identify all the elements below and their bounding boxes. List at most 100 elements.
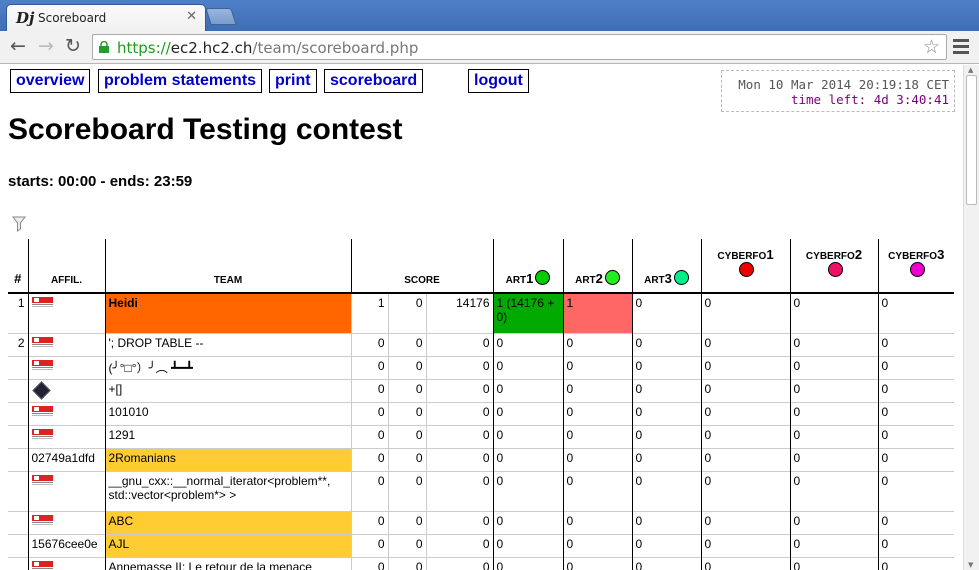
problem-result-cell[interactable]: 0 bbox=[701, 470, 791, 511]
problem-result-cell[interactable]: 0 bbox=[632, 424, 702, 448]
problem-result-cell[interactable]: 0 bbox=[790, 332, 879, 356]
problem-result-cell[interactable]: 0 bbox=[632, 332, 702, 356]
team-row[interactable]: +[] 0 0 0 0 0 0 0 0 0 bbox=[8, 378, 954, 402]
problem-result-cell[interactable]: 0 bbox=[790, 293, 879, 333]
problem-result-cell[interactable]: 0 bbox=[563, 401, 633, 425]
problem-result-cell[interactable]: 0 bbox=[878, 401, 954, 425]
team-name-cell[interactable]: Heidi bbox=[105, 293, 352, 333]
problem-result-cell[interactable]: 0 bbox=[632, 510, 702, 534]
problem-result-cell[interactable]: 0 bbox=[563, 378, 633, 402]
team-name-cell[interactable]: ABC bbox=[105, 510, 352, 534]
problem-result-cell[interactable]: 0 bbox=[701, 332, 791, 356]
bookmark-star-icon[interactable]: ☆ bbox=[923, 36, 940, 58]
team-row[interactable]: 1 Heidi 1 0 14176 1 (14176 + 0) 1 0 0 0 0 bbox=[8, 293, 954, 333]
problem-result-cell[interactable]: 0 bbox=[493, 355, 564, 379]
team-name-cell[interactable]: 1291 bbox=[105, 424, 352, 448]
problem-result-cell[interactable]: 0 bbox=[632, 556, 702, 570]
vertical-scrollbar[interactable]: ▲ ▼ bbox=[963, 65, 979, 570]
scroll-down-arrow-icon[interactable]: ▼ bbox=[968, 561, 973, 569]
team-row[interactable]: 15676cee0e AJL 0 0 0 0 0 0 0 0 0 bbox=[8, 533, 954, 557]
problem-header[interactable]: ART1 bbox=[493, 239, 564, 294]
team-name-cell[interactable]: Annemasse II: Le retour de la menace bbox=[105, 556, 352, 570]
problem-result-cell[interactable]: 0 bbox=[790, 447, 879, 471]
problem-result-cell[interactable]: 0 bbox=[632, 355, 702, 379]
team-row[interactable]: 101010 0 0 0 0 0 0 0 0 0 bbox=[8, 401, 954, 425]
team-row[interactable]: __gnu_cxx::__normal_iterator<problem**, … bbox=[8, 470, 954, 511]
problem-result-cell[interactable]: 1 (14176 + 0) bbox=[493, 293, 564, 333]
team-name-cell[interactable]: +[] bbox=[105, 378, 352, 402]
nav-logout-link[interactable]: logout bbox=[468, 69, 529, 93]
problem-result-cell[interactable]: 0 bbox=[632, 533, 702, 557]
problem-result-cell[interactable]: 0 bbox=[878, 447, 954, 471]
problem-header[interactable]: CYBERFO2 bbox=[790, 239, 879, 294]
filter-icon[interactable] bbox=[12, 216, 26, 232]
problem-result-cell[interactable]: 0 bbox=[632, 378, 702, 402]
back-arrow-icon[interactable]: ← bbox=[6, 35, 30, 59]
team-row[interactable]: 1291 0 0 0 0 0 0 0 0 0 bbox=[8, 424, 954, 448]
browser-tab[interactable]: Dj Scoreboard ✕ bbox=[6, 4, 206, 31]
problem-result-cell[interactable]: 0 bbox=[563, 556, 633, 570]
problem-result-cell[interactable]: 0 bbox=[701, 424, 791, 448]
problem-result-cell[interactable]: 0 bbox=[493, 447, 564, 471]
team-row[interactable]: 02749a1dfd 2Romanians 0 0 0 0 0 0 0 0 0 bbox=[8, 447, 954, 471]
problem-result-cell[interactable]: 0 bbox=[878, 424, 954, 448]
problem-result-cell[interactable]: 0 bbox=[701, 510, 791, 534]
reload-icon[interactable]: ↻ bbox=[61, 35, 85, 59]
team-name-cell[interactable]: (╯°□°）╯︵ ┻━┻ bbox=[105, 355, 352, 379]
team-row[interactable]: Annemasse II: Le retour de la menace 0 0 0 0… bbox=[8, 556, 954, 570]
problem-result-cell[interactable]: 0 bbox=[878, 332, 954, 356]
problem-result-cell[interactable]: 0 bbox=[790, 470, 879, 511]
problem-result-cell[interactable]: 0 bbox=[701, 533, 791, 557]
problem-result-cell[interactable]: 0 bbox=[790, 355, 879, 379]
problem-result-cell[interactable]: 0 bbox=[563, 533, 633, 557]
problem-result-cell[interactable]: 0 bbox=[493, 533, 564, 557]
team-name-cell[interactable]: AJL bbox=[105, 533, 352, 557]
problem-result-cell[interactable]: 0 bbox=[878, 556, 954, 570]
team-name-cell[interactable]: '; DROP TABLE -- bbox=[105, 332, 352, 356]
problem-header[interactable]: CYBERFO1 bbox=[701, 239, 791, 294]
problem-result-cell[interactable]: 0 bbox=[493, 556, 564, 570]
nav-problem-statements-link[interactable]: problem statements bbox=[98, 69, 263, 93]
nav-scoreboard-link[interactable]: scoreboard bbox=[324, 69, 424, 93]
problem-result-cell[interactable]: 0 bbox=[790, 510, 879, 534]
problem-result-cell[interactable]: 0 bbox=[701, 401, 791, 425]
scrollbar-thumb[interactable] bbox=[966, 75, 977, 205]
problem-result-cell[interactable]: 0 bbox=[790, 533, 879, 557]
nav-print-link[interactable]: print bbox=[269, 69, 317, 93]
problem-result-cell[interactable]: 0 bbox=[701, 556, 791, 570]
problem-result-cell[interactable]: 0 bbox=[493, 401, 564, 425]
problem-result-cell[interactable]: 0 bbox=[563, 510, 633, 534]
problem-result-cell[interactable]: 0 bbox=[790, 401, 879, 425]
team-row[interactable]: (╯°□°）╯︵ ┻━┻ 0 0 0 0 0 0 0 0 0 bbox=[8, 355, 954, 379]
problem-result-cell[interactable]: 0 bbox=[632, 447, 702, 471]
problem-result-cell[interactable]: 0 bbox=[563, 332, 633, 356]
problem-result-cell[interactable]: 0 bbox=[563, 424, 633, 448]
problem-result-cell[interactable]: 0 bbox=[563, 447, 633, 471]
new-tab-button[interactable] bbox=[205, 8, 237, 25]
close-tab-icon[interactable]: ✕ bbox=[186, 9, 197, 24]
team-name-cell[interactable]: __gnu_cxx::__normal_iterator<problem**, … bbox=[105, 470, 352, 511]
problem-result-cell[interactable]: 0 bbox=[701, 293, 791, 333]
problem-result-cell[interactable]: 0 bbox=[563, 470, 633, 511]
problem-result-cell[interactable]: 0 bbox=[790, 424, 879, 448]
team-row[interactable]: ABC 0 0 0 0 0 0 0 0 0 bbox=[8, 510, 954, 534]
problem-result-cell[interactable]: 0 bbox=[632, 470, 702, 511]
problem-result-cell[interactable]: 0 bbox=[632, 401, 702, 425]
problem-result-cell[interactable]: 0 bbox=[878, 355, 954, 379]
problem-result-cell[interactable]: 0 bbox=[493, 424, 564, 448]
problem-result-cell[interactable]: 0 bbox=[878, 470, 954, 511]
problem-result-cell[interactable]: 0 bbox=[878, 293, 954, 333]
problem-header[interactable]: ART2 bbox=[563, 239, 633, 294]
problem-result-cell[interactable]: 0 bbox=[701, 447, 791, 471]
problem-result-cell[interactable]: 0 bbox=[563, 355, 633, 379]
problem-result-cell[interactable]: 0 bbox=[493, 510, 564, 534]
problem-result-cell[interactable]: 0 bbox=[878, 510, 954, 534]
problem-result-cell[interactable]: 0 bbox=[878, 533, 954, 557]
problem-result-cell[interactable]: 0 bbox=[493, 470, 564, 511]
problem-header[interactable]: ART3 bbox=[632, 239, 702, 294]
team-name-cell[interactable]: 101010 bbox=[105, 401, 352, 425]
team-name-cell[interactable]: 2Romanians bbox=[105, 447, 352, 471]
forward-arrow-icon[interactable]: → bbox=[34, 35, 58, 59]
browser-menu-icon[interactable] bbox=[953, 39, 969, 57]
problem-result-cell[interactable]: 0 bbox=[878, 378, 954, 402]
